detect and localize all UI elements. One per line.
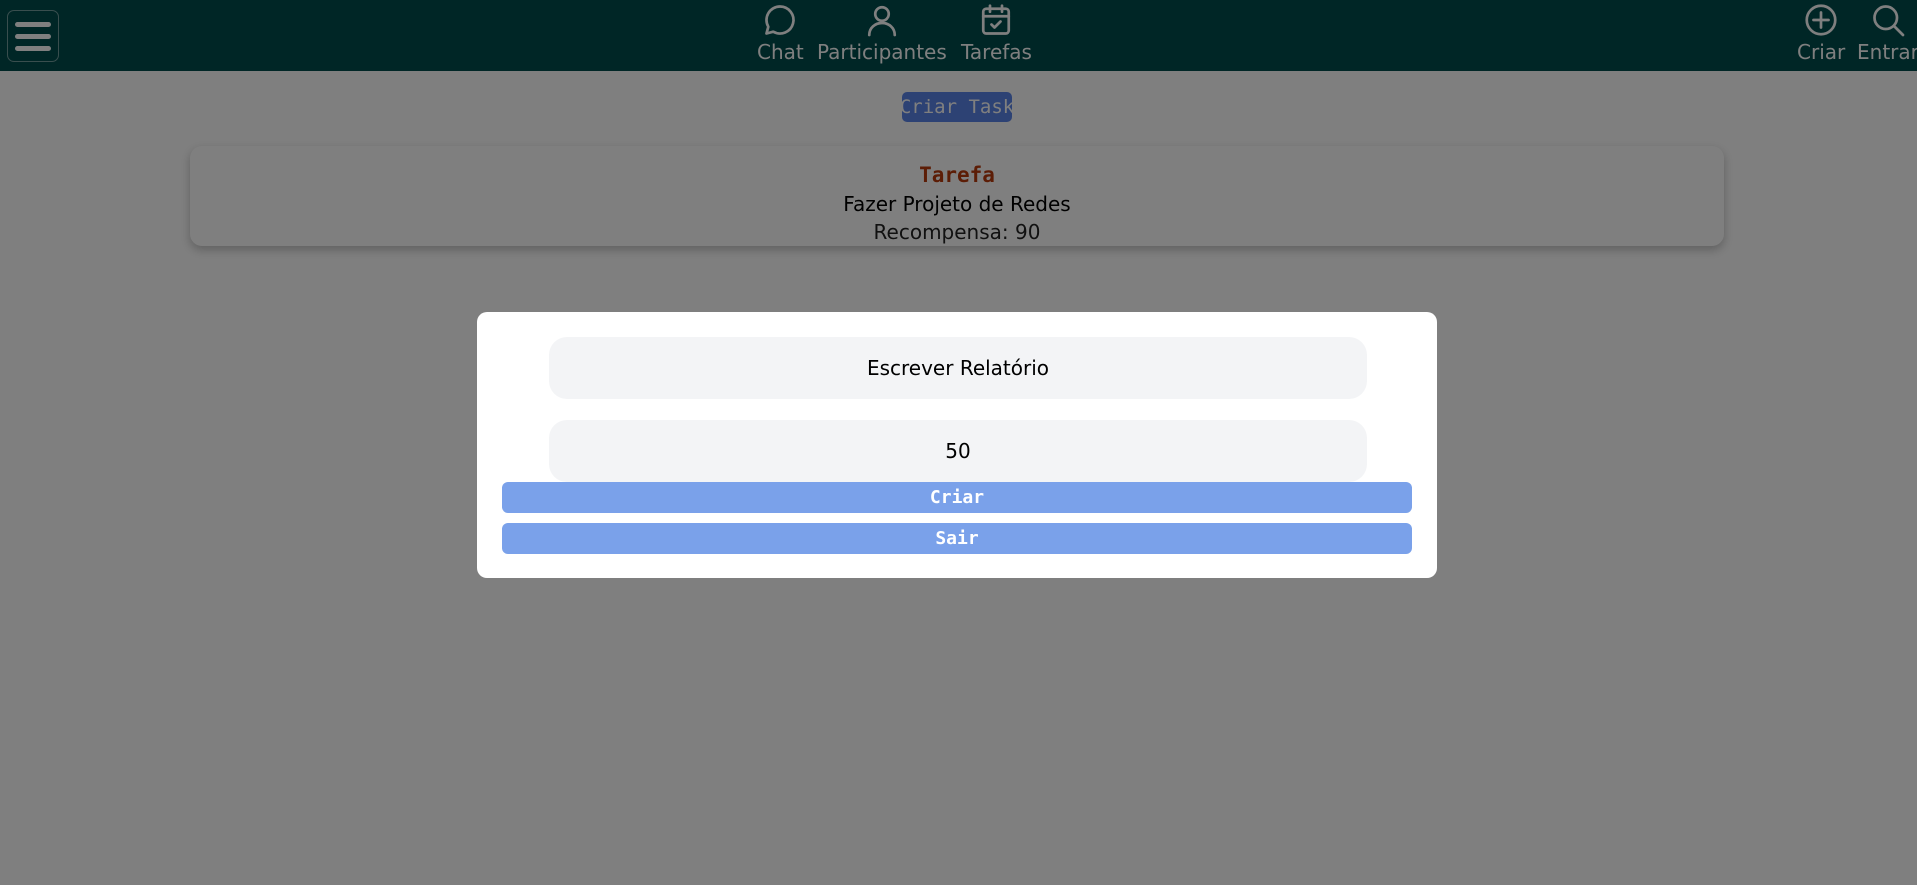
create-task-modal: Criar Sair [477, 312, 1437, 578]
sair-button[interactable]: Sair [502, 523, 1412, 554]
task-title-input[interactable] [549, 337, 1367, 399]
task-reward-input[interactable] [549, 420, 1367, 482]
criar-button[interactable]: Criar [502, 482, 1412, 513]
